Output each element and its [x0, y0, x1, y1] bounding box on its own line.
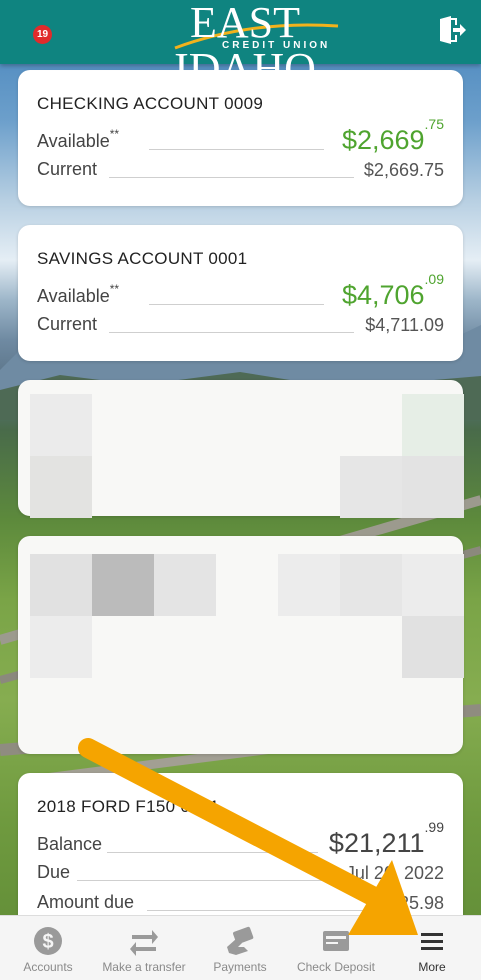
tab-make-transfer[interactable]: Make a transfer — [96, 916, 192, 980]
current-label: Current — [37, 314, 98, 334]
bottom-tab-bar: $ Accounts Make a transfer Payments Chec… — [0, 915, 481, 980]
tab-label: Make a transfer — [102, 960, 186, 974]
tab-label: Accounts — [23, 960, 73, 974]
notification-badge[interactable]: 19 — [33, 25, 52, 44]
payment-card-hand-icon — [227, 926, 254, 955]
tab-check-deposit[interactable]: Check Deposit — [288, 916, 384, 980]
amount-due-value: $425.98 — [374, 893, 444, 914]
logout-icon[interactable] — [437, 15, 467, 45]
loan-title: 2018 FORD F150 0001 — [37, 797, 220, 816]
due-row: Due Jul 20, 2022 — [37, 859, 444, 887]
tab-payments[interactable]: Payments — [192, 916, 288, 980]
amount-due-label: Amount due — [37, 892, 135, 912]
logo-subtitle: CREDIT UNION — [222, 40, 331, 51]
available-row: Available** $4,706.09 — [37, 271, 444, 311]
tab-label: Check Deposit — [296, 960, 376, 974]
due-label: Due — [37, 862, 71, 882]
savings-account-card[interactable]: SAVINGS ACCOUNT 0001 Available** $4,706.… — [18, 225, 463, 361]
tab-accounts[interactable]: $ Accounts — [0, 916, 96, 980]
east-idaho-logo: EAST IDAHO CREDIT UNION — [130, 0, 360, 92]
balance-label: Balance — [37, 834, 103, 854]
available-label: Available** — [37, 127, 120, 151]
due-date: Jul 20, 2022 — [341, 863, 444, 884]
svg-text:$: $ — [42, 931, 53, 953]
available-label: Available** — [37, 282, 120, 306]
account-title: SAVINGS ACCOUNT 0001 — [37, 249, 248, 268]
redacted-account-card[interactable] — [18, 380, 464, 518]
tab-label: More — [418, 960, 446, 974]
dollar-circle-icon: $ — [34, 927, 62, 955]
current-balance: $4,711.09 — [361, 315, 444, 336]
transfer-arrows-icon — [130, 930, 158, 956]
current-balance: $2,669.75 — [359, 160, 444, 181]
app-header: 19 EAST IDAHO CREDIT UNION — [0, 0, 481, 92]
available-row: Available** $2,669.75 — [37, 116, 444, 156]
tab-label: Payments — [213, 960, 267, 974]
available-balance: $4,706.09 — [337, 271, 444, 311]
hamburger-menu-icon — [421, 933, 443, 950]
account-title: CHECKING ACCOUNT 0009 — [37, 94, 264, 113]
amount-due-row: Amount due $425.98 — [37, 889, 444, 917]
available-balance: $2,669.75 — [337, 116, 444, 156]
current-row: Current $4,711.09 — [37, 311, 444, 339]
tab-more[interactable]: More — [384, 916, 480, 980]
balance-row: Balance $21,211.99 — [37, 819, 444, 859]
redacted-account-card[interactable] — [18, 536, 464, 754]
current-row: Current $2,669.75 — [37, 156, 444, 184]
check-deposit-icon — [323, 931, 349, 951]
loan-balance: $21,211.99 — [324, 819, 444, 859]
current-label: Current — [37, 159, 98, 179]
